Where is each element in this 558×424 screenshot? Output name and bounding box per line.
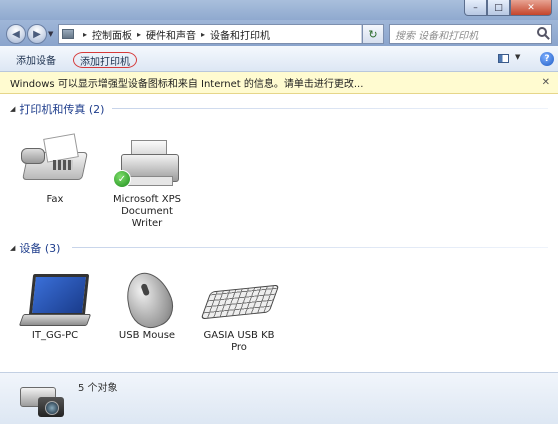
breadcrumb-separator-icon[interactable]: ▸ [201,30,205,39]
maximize-button[interactable]: □ [487,0,510,16]
device-label: IT_GG-PC [31,330,79,341]
control-panel-icon [62,29,74,39]
add-device-button[interactable]: 添加设备 [16,51,56,67]
collapse-arrow-icon[interactable]: ◢ [10,244,15,252]
address-row: ◀ ▶ ▼ ▸ 控制面板 ▸ 硬件和声音 ▸ 设备和打印机 ▼ ↻ 搜索 设备和… [0,20,558,46]
view-options-dropdown[interactable]: ▼ [515,53,520,61]
object-count: 5 个对象 [78,383,118,394]
info-bar-text: Windows 可以显示增强型设备图标和来自 Internet 的信息。请单击进… [10,79,364,90]
back-button[interactable]: ◀ [6,24,26,44]
keyboard-icon [199,268,280,328]
device-usb-mouse[interactable]: USB Mouse [102,266,192,342]
device-it-gg-pc[interactable]: IT_GG-PC [10,268,100,342]
collapse-arrow-icon[interactable]: ◢ [10,105,15,113]
info-bar[interactable]: Windows 可以显示增强型设备图标和来自 Internet 的信息。请单击进… [0,72,558,94]
device-gasia-keyboard[interactable]: GASIA USB KB Pro [194,268,284,354]
title-bar: – □ ✕ [0,0,558,20]
fax-icon [15,132,95,192]
group-header-printers[interactable]: ◢ 打印机和传真 (2) [10,101,104,117]
breadcrumb-hardware-sound[interactable]: 硬件和声音 [146,27,196,42]
device-xps-writer[interactable]: ✓ Microsoft XPS Document Writer [102,132,192,230]
details-pane: 5 个对象 [0,372,558,424]
command-bar: 添加设备 添加打印机 ▼ ? [0,46,558,72]
laptop-icon [15,268,95,328]
device-label: GASIA USB KB Pro [203,330,275,353]
group-header-devices[interactable]: ◢ 设备 (3) [10,240,60,256]
change-view-icon[interactable] [498,54,509,63]
group-divider [72,247,548,248]
mouse-icon [107,266,187,334]
search-input[interactable]: 搜索 设备和打印机 [389,24,552,44]
window-controls: – □ ✕ [464,0,552,16]
breadcrumb-separator-icon[interactable]: ▸ [137,30,141,39]
back-arrow-icon: ◀ [12,28,20,40]
printer-icon: ✓ [107,132,187,192]
devices-and-printers-icon [20,383,68,423]
refresh-icon: ↻ [368,27,378,41]
close-button[interactable]: ✕ [510,0,552,16]
device-label: Microsoft XPS Document Writer [113,194,181,229]
breadcrumb-control-panel[interactable]: 控制面板 [92,27,132,42]
address-bar[interactable]: ▸ 控制面板 ▸ 硬件和声音 ▸ 设备和打印机 ▼ [58,24,378,44]
group-title-devices: 设备 (3) [19,242,61,255]
device-label: USB Mouse [118,330,176,341]
default-printer-check-icon: ✓ [113,170,131,188]
help-icon[interactable]: ? [540,52,554,66]
search-icon[interactable] [537,27,547,37]
refresh-button[interactable]: ↻ [362,24,384,44]
breadcrumb-devices-printers[interactable]: 设备和打印机 [210,27,270,42]
forward-button[interactable]: ▶ [27,24,47,44]
search-placeholder: 搜索 设备和打印机 [395,30,479,42]
device-label: Fax [46,194,64,205]
group-title-printers: 打印机和传真 (2) [19,103,105,116]
add-printer-button[interactable]: 添加打印机 [73,52,137,68]
forward-arrow-icon: ▶ [33,28,41,40]
recent-pages-dropdown[interactable]: ▼ [48,30,53,38]
minimize-button[interactable]: – [464,0,487,16]
breadcrumb-separator-icon[interactable]: ▸ [83,30,87,39]
info-bar-close-icon[interactable]: ✕ [542,77,550,88]
device-fax[interactable]: Fax [10,132,100,206]
group-divider [112,108,548,109]
